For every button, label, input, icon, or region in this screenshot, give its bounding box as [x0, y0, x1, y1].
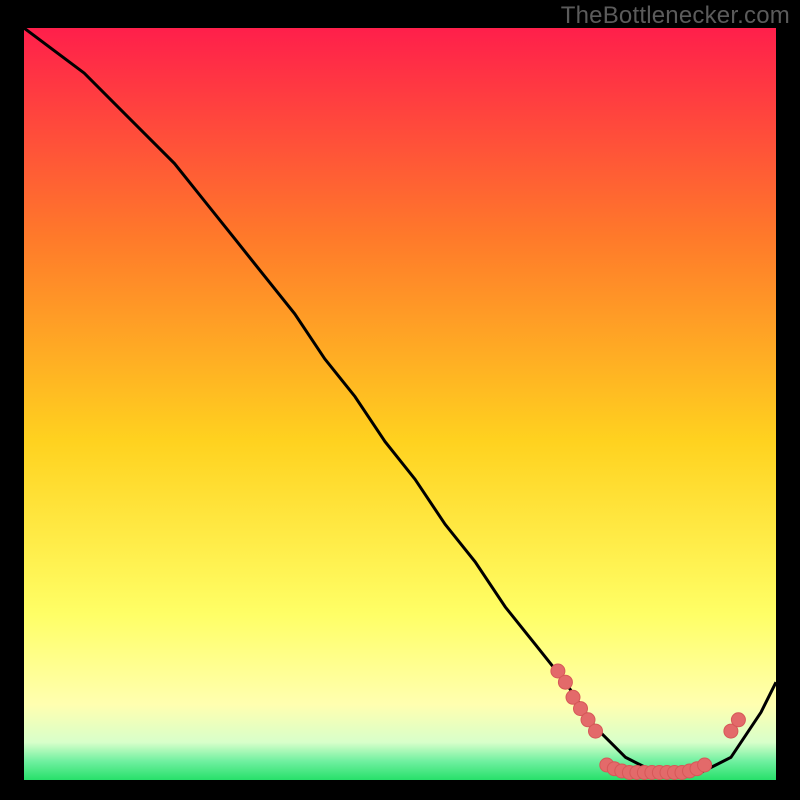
chart-frame: TheBottlenecker.com [0, 0, 800, 800]
data-dot [731, 713, 745, 727]
data-dot [558, 675, 572, 689]
watermark-text: TheBottlenecker.com [561, 2, 790, 30]
gradient-background [24, 28, 776, 780]
data-dot [698, 758, 712, 772]
chart-svg [24, 28, 776, 780]
plot-area [24, 28, 776, 780]
data-dot [589, 724, 603, 738]
